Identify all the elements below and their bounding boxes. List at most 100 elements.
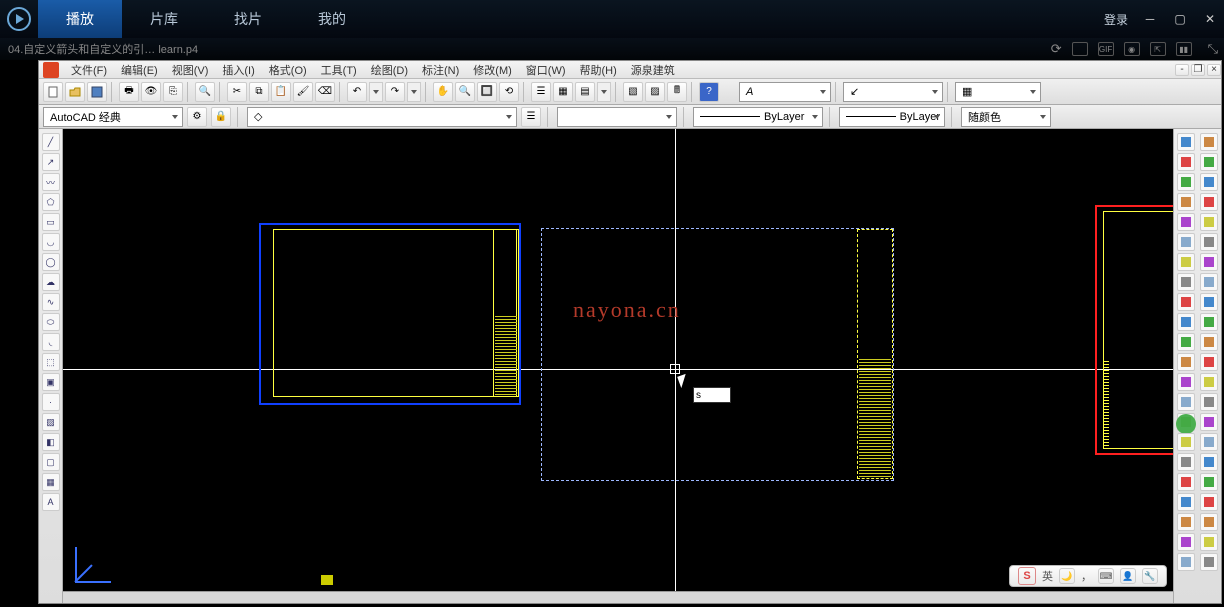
zoom-window-button[interactable]: 🔲: [477, 82, 497, 102]
rtool-4[interactable]: [1177, 193, 1195, 211]
login-link[interactable]: 登录: [1104, 11, 1128, 28]
rtool-12[interactable]: [1177, 353, 1195, 371]
inner-close-button[interactable]: ×: [1207, 64, 1221, 76]
rtool-b17[interactable]: [1200, 453, 1218, 471]
menu-file[interactable]: 文件(F): [65, 62, 113, 78]
model-tabs-strip[interactable]: [63, 591, 1173, 603]
rtool-b15[interactable]: [1200, 413, 1218, 431]
rtool-2[interactable]: [1177, 153, 1195, 171]
polygon-tool[interactable]: ⬠: [42, 193, 60, 211]
redo-button[interactable]: ↷: [385, 82, 405, 102]
menu-dimension[interactable]: 标注(N): [416, 62, 465, 78]
rtool-b12[interactable]: [1200, 353, 1218, 371]
rtool-b4[interactable]: [1200, 193, 1218, 211]
ellipse-tool[interactable]: ⬭: [42, 313, 60, 331]
rtool-5[interactable]: [1177, 213, 1195, 231]
collapse-icon[interactable]: ⤡: [1208, 41, 1218, 57]
gif-icon[interactable]: GIF: [1098, 42, 1114, 56]
close-button[interactable]: ✕: [1202, 11, 1218, 27]
rtool-b22[interactable]: [1200, 553, 1218, 571]
tab-play[interactable]: 播放: [38, 0, 122, 38]
rtool-10[interactable]: [1177, 313, 1195, 331]
workspace-settings-button[interactable]: ⚙: [187, 107, 207, 127]
ime-settings-icon[interactable]: 🔧: [1142, 568, 1158, 584]
inner-minimize-button[interactable]: -: [1175, 64, 1189, 76]
menu-yuanquan[interactable]: 源泉建筑: [625, 62, 681, 78]
zoom-previous-button[interactable]: ⟲: [499, 82, 519, 102]
ime-lang-label[interactable]: 英: [1042, 568, 1053, 584]
rtool-19[interactable]: [1177, 493, 1195, 511]
pan-button[interactable]: ✋: [433, 82, 453, 102]
rtool-22[interactable]: [1177, 553, 1195, 571]
rtool-b11[interactable]: [1200, 333, 1218, 351]
menu-help[interactable]: 帮助(H): [574, 62, 623, 78]
menu-view[interactable]: 视图(V): [166, 62, 215, 78]
rtool-8[interactable]: [1177, 273, 1195, 291]
spline-tool[interactable]: ∿: [42, 293, 60, 311]
insert-block-tool[interactable]: ⬚: [42, 353, 60, 371]
rtool-9[interactable]: [1177, 293, 1195, 311]
rtool-b5[interactable]: [1200, 213, 1218, 231]
linetype-combo[interactable]: ByLayer: [693, 107, 823, 127]
calculator-button[interactable]: 🖩: [667, 82, 687, 102]
save-button[interactable]: [87, 82, 107, 102]
ime-keyboard-icon[interactable]: ⌨: [1098, 568, 1114, 584]
palette-dropdown[interactable]: [597, 82, 611, 102]
menu-tools[interactable]: 工具(T): [315, 62, 363, 78]
textstyle-combo[interactable]: A: [739, 82, 831, 102]
rtool-b19[interactable]: [1200, 493, 1218, 511]
properties-button[interactable]: ☰: [531, 82, 551, 102]
cut-button[interactable]: ✂: [227, 82, 247, 102]
rtool-b16[interactable]: [1200, 433, 1218, 451]
rtool-11[interactable]: [1177, 333, 1195, 351]
zoom-realtime-button[interactable]: 🔍: [455, 82, 475, 102]
publish-button[interactable]: ⎘: [163, 82, 183, 102]
rtool-16[interactable]: [1177, 433, 1195, 451]
workspace-combo[interactable]: AutoCAD 经典: [43, 107, 183, 127]
circle-tool[interactable]: ◯: [42, 253, 60, 271]
matchprop-button[interactable]: 🖌: [293, 82, 313, 102]
rtool-b6[interactable]: [1200, 233, 1218, 251]
undo-button[interactable]: ↶: [347, 82, 367, 102]
tablestyle-combo[interactable]: ▦: [955, 82, 1041, 102]
workspace-lock-button[interactable]: 🔒: [211, 107, 231, 127]
menu-window[interactable]: 窗口(W): [520, 62, 572, 78]
rtool-7[interactable]: [1177, 253, 1195, 271]
polyline-tool[interactable]: 〰: [42, 173, 60, 191]
redo-dropdown[interactable]: [407, 82, 421, 102]
tab-find[interactable]: 找片: [206, 0, 290, 38]
rtool-b1[interactable]: [1200, 133, 1218, 151]
panel-icon[interactable]: ▮▮: [1176, 42, 1192, 56]
sheet-set-button[interactable]: ▧: [623, 82, 643, 102]
rtool-20[interactable]: [1177, 513, 1195, 531]
gradient-tool[interactable]: ◧: [42, 433, 60, 451]
ellipse-arc-tool[interactable]: ◟: [42, 333, 60, 351]
color-combo[interactable]: [557, 107, 677, 127]
inner-restore-button[interactable]: ❐: [1191, 64, 1205, 76]
arc-tool[interactable]: ◡: [42, 233, 60, 251]
tool-palette-button[interactable]: ▤: [575, 82, 595, 102]
rtool-b13[interactable]: [1200, 373, 1218, 391]
tab-mine[interactable]: 我的: [290, 0, 374, 38]
menu-format[interactable]: 格式(O): [263, 62, 313, 78]
table-tool[interactable]: ▦: [42, 473, 60, 491]
find-button[interactable]: 🔍: [195, 82, 215, 102]
xline-tool[interactable]: ↗: [42, 153, 60, 171]
new-button[interactable]: [43, 82, 63, 102]
markup-button[interactable]: ▨: [645, 82, 665, 102]
paste-button[interactable]: 📋: [271, 82, 291, 102]
print-preview-button[interactable]: 👁: [141, 82, 161, 102]
rtool-17[interactable]: [1177, 453, 1195, 471]
open-button[interactable]: [65, 82, 85, 102]
rtool-21[interactable]: [1177, 533, 1195, 551]
rtool-1[interactable]: [1177, 133, 1195, 151]
rtool-3[interactable]: [1177, 173, 1195, 191]
rtool-6[interactable]: [1177, 233, 1195, 251]
ime-logo-icon[interactable]: S: [1018, 567, 1036, 585]
menu-draw[interactable]: 绘图(D): [365, 62, 414, 78]
point-tool[interactable]: ·: [42, 393, 60, 411]
rtool-13[interactable]: [1177, 373, 1195, 391]
print-button[interactable]: 🖶: [119, 82, 139, 102]
ime-moon-icon[interactable]: 🌙: [1059, 568, 1075, 584]
popout-icon[interactable]: ⇱: [1150, 42, 1166, 56]
